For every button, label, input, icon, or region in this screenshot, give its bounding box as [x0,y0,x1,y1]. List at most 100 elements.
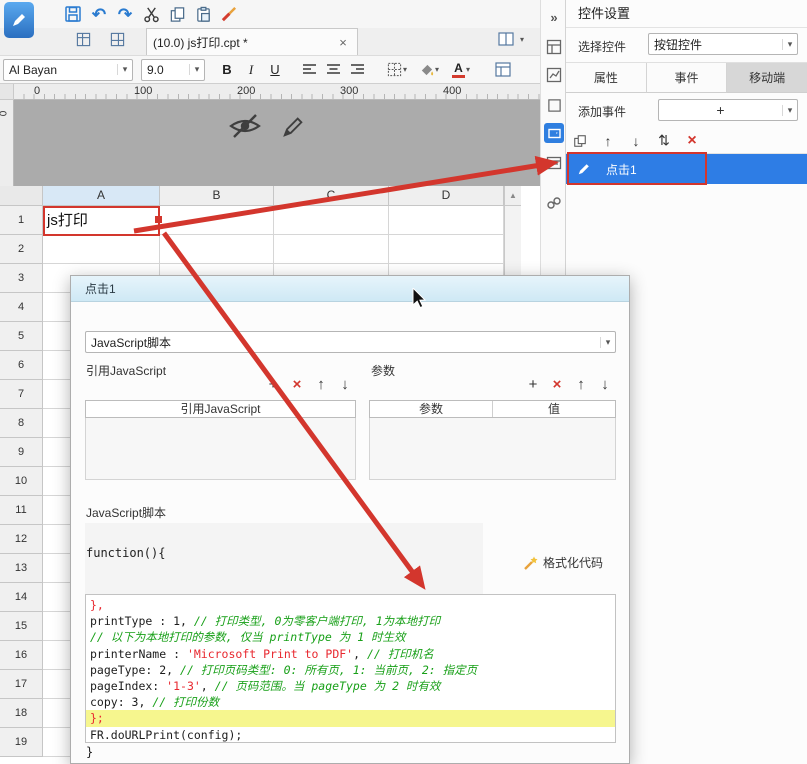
form-grid-icon[interactable] [104,27,130,51]
font-family-caret-icon[interactable]: ▾ [117,64,132,75]
cell-element-icon[interactable] [541,62,567,88]
add-event-button[interactable]: + ▾ [658,99,798,121]
select-widget-caret-icon[interactable]: ▾ [782,38,797,50]
tab-mobile[interactable]: 移动端 [727,63,807,93]
row-header-12[interactable]: 12 [0,525,43,554]
column-header-D[interactable]: D [389,186,504,206]
row-header-17[interactable]: 17 [0,670,43,699]
row-header-9[interactable]: 9 [0,438,43,467]
row-header-3[interactable]: 3 [0,264,43,293]
border-settings-icon[interactable]: ▾ [381,59,413,81]
hyperlink-icon[interactable] [541,190,567,216]
column-header-B[interactable]: B [160,186,274,206]
tab-close-icon[interactable]: × [335,35,351,50]
column-header-A[interactable]: A [43,186,160,206]
font-size-select[interactable]: 9.0 ▾ [141,58,205,81]
ref-js-delete-icon[interactable]: × [285,373,309,395]
cell[interactable] [160,235,274,264]
tab-title[interactable]: (10.0) js打印.cpt * [153,34,335,51]
move-up-icon[interactable]: ↑ [594,130,622,152]
row-header-7[interactable]: 7 [0,380,43,409]
font-color-icon[interactable]: A ▾ [445,59,477,81]
format-painter-icon[interactable] [216,2,242,26]
param-up-icon[interactable]: ↑ [569,373,593,395]
cell[interactable] [389,206,504,235]
row-header-18[interactable]: 18 [0,699,43,728]
row-header-6[interactable]: 6 [0,351,43,380]
row-header-4[interactable]: 4 [0,293,43,322]
row-header-5[interactable]: 5 [0,322,43,351]
layout-caret-icon[interactable]: ▾ [520,35,524,44]
row-header-8[interactable]: 8 [0,409,43,438]
border-caret-icon[interactable]: ▾ [403,65,407,74]
font-family-select[interactable]: Al Bayan ▾ [3,58,133,81]
paste-icon[interactable] [190,2,216,26]
report-grid-icon[interactable] [70,27,96,51]
row-header-11[interactable]: 11 [0,496,43,525]
move-down-icon[interactable]: ↓ [622,130,650,152]
format-code-button[interactable]: 格式化代码 [523,554,603,571]
param-add-icon[interactable]: + [521,373,545,395]
row-header-13[interactable]: 13 [0,554,43,583]
bold-button[interactable]: B [215,59,239,81]
sort-events-icon[interactable]: ⇅ [650,130,678,152]
underline-button[interactable]: U [263,59,287,81]
fill-caret-icon[interactable]: ▾ [435,65,439,74]
ref-js-add-icon[interactable]: + [261,373,285,395]
italic-button[interactable]: I [239,59,263,81]
dialog-titlebar[interactable]: 点击1 [71,276,629,302]
scroll-up-icon[interactable]: ▲ [505,186,521,206]
cut-icon[interactable] [138,2,164,26]
cell[interactable] [160,206,274,235]
ref-js-table-body[interactable] [85,418,356,480]
cell-attributes-icon[interactable] [541,34,567,60]
row-header-1[interactable]: 1 [0,206,43,235]
ref-js-up-icon[interactable]: ↑ [309,373,333,395]
align-right-icon[interactable] [345,59,369,81]
undo-icon[interactable]: ↶ [86,2,112,26]
column-header-C[interactable]: C [274,186,389,206]
layout-switch-icon[interactable] [493,27,519,51]
fill-color-icon[interactable]: ▾ [413,59,445,81]
ref-js-down-icon[interactable]: ↓ [333,373,357,395]
event-type-dropdown[interactable]: JavaScript脚本 ▾ [85,331,616,353]
row-header-10[interactable]: 10 [0,467,43,496]
hide-eye-icon[interactable] [228,112,262,145]
row-header-14[interactable]: 14 [0,583,43,612]
document-tab[interactable]: (10.0) js打印.cpt * × [146,28,358,55]
condition-attributes-icon[interactable] [541,150,567,176]
redo-icon[interactable]: ↷ [112,2,138,26]
tab-events[interactable]: 事件 [646,63,728,93]
tab-properties[interactable]: 属性 [566,63,647,93]
cell[interactable] [274,206,389,235]
row-header-15[interactable]: 15 [0,612,43,641]
row-header-16[interactable]: 16 [0,641,43,670]
script-code-editor[interactable]: }, printType : 1, // 打印类型, 0为零客户端打印, 1为本地… [85,594,616,743]
select-widget-dropdown[interactable]: 按钮控件 ▾ [648,33,798,55]
save-icon[interactable] [60,2,86,26]
font-size-caret-icon[interactable]: ▾ [189,64,204,75]
select-all-corner[interactable] [0,186,43,206]
align-center-icon[interactable] [321,59,345,81]
widget-settings-icon-selected[interactable] [541,120,567,146]
row-header-2[interactable]: 2 [0,235,43,264]
align-left-icon[interactable] [297,59,321,81]
params-table-body[interactable] [369,418,616,480]
page-setup-icon[interactable] [491,59,515,81]
delete-event-icon[interactable]: × [678,130,706,152]
add-event-plus-icon[interactable]: + [659,102,782,118]
cell[interactable] [389,235,504,264]
row-header-19[interactable]: 19 [0,728,43,757]
cell[interactable] [274,235,389,264]
param-delete-icon[interactable]: × [545,373,569,395]
copy-event-icon[interactable] [566,130,594,152]
collapse-panel-icon[interactable]: » [541,4,567,30]
font-color-caret-icon[interactable]: ▾ [466,65,470,74]
cell[interactable] [43,235,160,264]
edit-pencil-icon[interactable] [282,114,306,143]
copy-icon[interactable] [164,2,190,26]
param-down-icon[interactable]: ↓ [593,373,617,395]
event-type-caret-icon[interactable]: ▾ [600,336,615,348]
floating-element-icon[interactable] [541,92,567,118]
app-logo-icon[interactable] [4,2,34,38]
